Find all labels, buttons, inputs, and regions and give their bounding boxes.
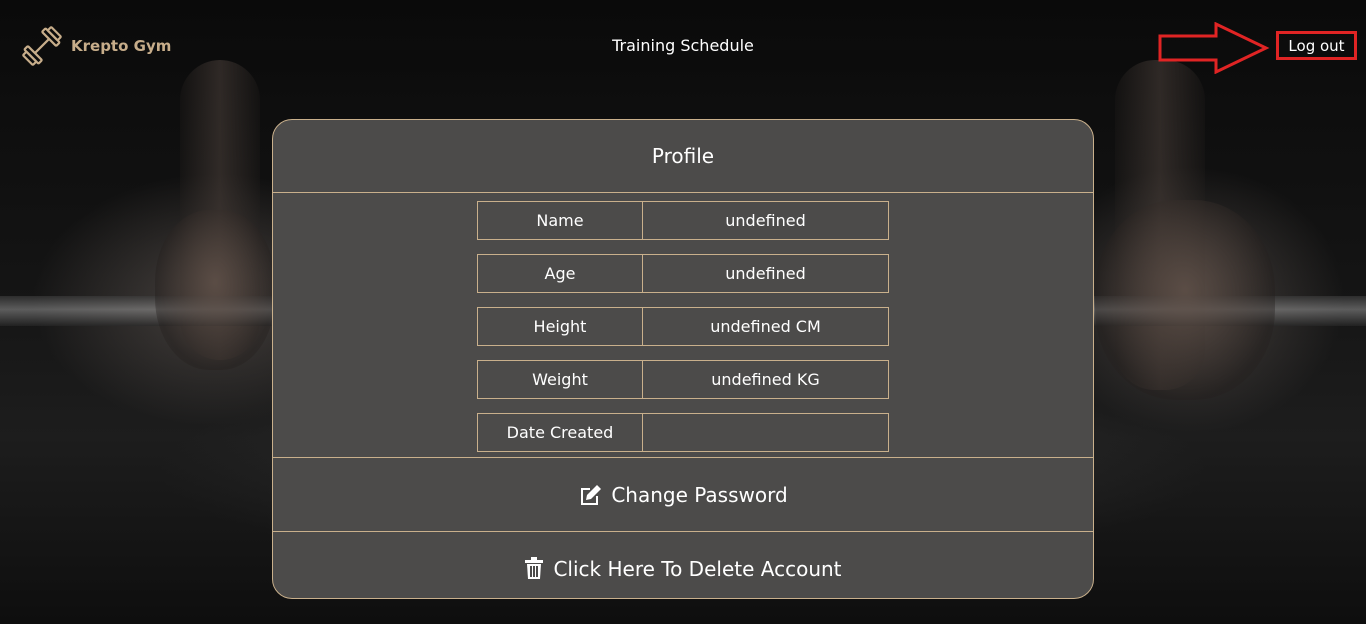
- brand-name: Krepto Gym: [71, 37, 172, 55]
- profile-value: undefined: [643, 201, 889, 240]
- profile-title: Profile: [273, 120, 1093, 193]
- profile-label: Weight: [477, 360, 643, 399]
- profile-label: Date Created: [477, 413, 643, 452]
- profile-label: Name: [477, 201, 643, 240]
- profile-label: Height: [477, 307, 643, 346]
- profile-value: undefined KG: [643, 360, 889, 399]
- profile-row-weight: Weight undefined KG: [477, 360, 889, 399]
- profile-value: undefined CM: [643, 307, 889, 346]
- profile-row-age: Age undefined: [477, 254, 889, 293]
- delete-account-label: Click Here To Delete Account: [553, 556, 842, 581]
- edit-icon: [581, 484, 602, 505]
- profile-row-height: Height undefined CM: [477, 307, 889, 346]
- trash-icon: [525, 557, 544, 579]
- change-password-label: Change Password: [611, 482, 788, 507]
- background-hand-left: [155, 210, 275, 370]
- top-navbar: Krepto Gym Training Schedule Log out: [0, 0, 1366, 92]
- background-hand-right: [1095, 200, 1275, 400]
- nav-training-schedule[interactable]: Training Schedule: [583, 36, 783, 55]
- dumbbell-icon: [22, 26, 62, 66]
- profile-card: Profile Name undefined Age undefined Hei…: [272, 119, 1094, 599]
- profile-label: Age: [477, 254, 643, 293]
- profile-value: [643, 413, 889, 452]
- change-password-button[interactable]: Change Password: [273, 457, 1093, 531]
- profile-details: Name undefined Age undefined Height unde…: [273, 193, 1093, 457]
- logout-button[interactable]: Log out: [1276, 31, 1357, 60]
- arrow-right-icon: [1158, 22, 1270, 74]
- profile-row-name: Name undefined: [477, 201, 889, 240]
- delete-account-button[interactable]: Click Here To Delete Account: [273, 531, 1093, 598]
- brand-logo[interactable]: Krepto Gym: [20, 24, 171, 68]
- profile-value: undefined: [643, 254, 889, 293]
- profile-row-date-created: Date Created: [477, 413, 889, 452]
